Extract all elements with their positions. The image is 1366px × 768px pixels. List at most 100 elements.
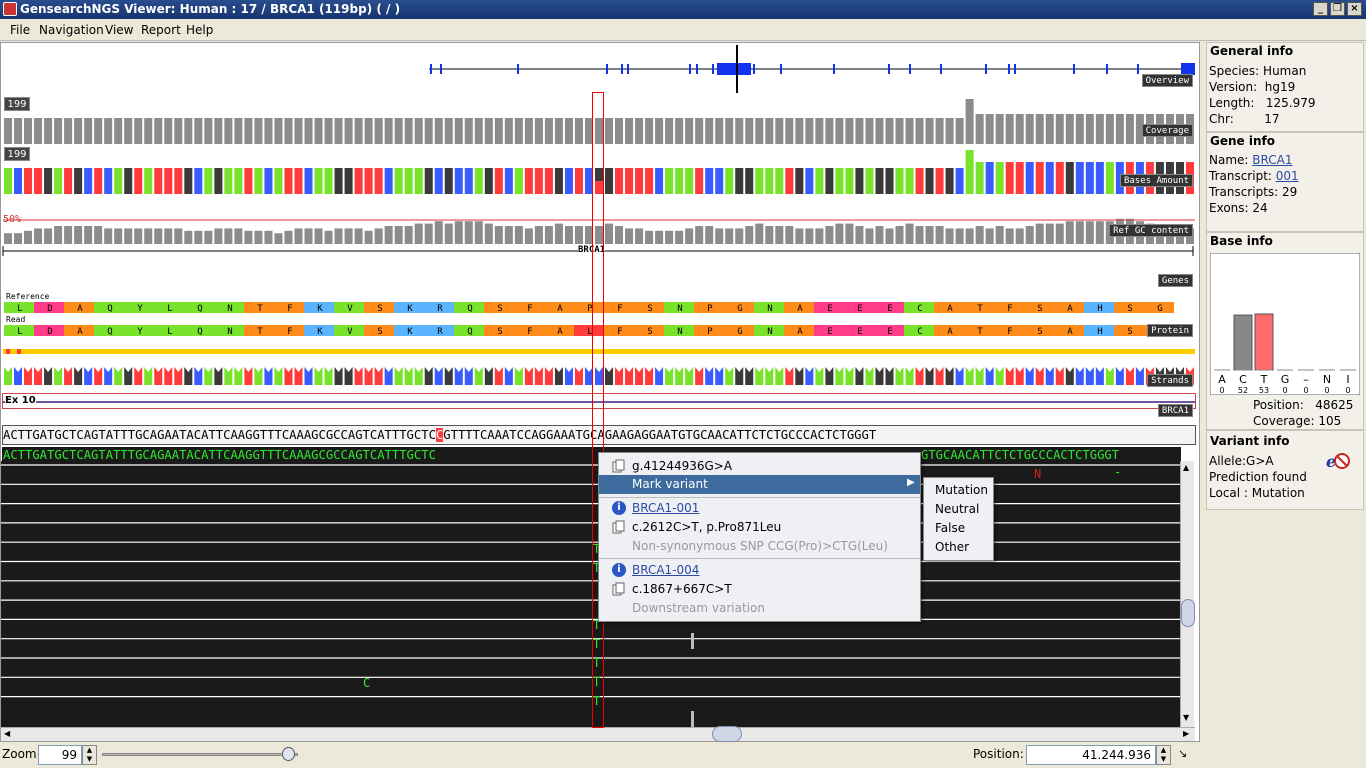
base-amount-bar <box>715 168 724 194</box>
horizontal-scroll-thumb[interactable] <box>712 726 742 742</box>
strand-glyph <box>194 367 203 385</box>
base-count-bar <box>1233 314 1253 371</box>
amino-acid-label: A <box>797 304 803 314</box>
amino-acid-label: F <box>617 304 622 314</box>
base-amount-bar <box>224 168 233 194</box>
strand-glyph <box>645 367 654 385</box>
restore-button[interactable]: ❐ <box>1330 2 1345 16</box>
menu-navigation[interactable]: Navigation <box>39 23 104 37</box>
gc-bar <box>554 223 563 244</box>
transcript-link-004[interactable]: BRCA1-004 <box>632 563 699 577</box>
submenu-neutral[interactable]: Neutral <box>935 502 979 516</box>
scroll-right-arrow-icon[interactable]: ▶ <box>1183 729 1189 738</box>
reads-panel[interactable]: TT TTTTT C N - <box>1 461 1180 727</box>
gc-bar <box>995 226 1004 244</box>
amino-acid-label: Y <box>137 327 143 337</box>
submenu-other[interactable]: Other <box>935 540 969 554</box>
transcript-link-001[interactable]: BRCA1-001 <box>632 501 699 515</box>
reads-vertical-scrollbar[interactable]: ▲ ▼ <box>1180 461 1195 727</box>
base-amount-bar <box>765 168 774 194</box>
scroll-left-arrow-icon[interactable]: ◀ <box>4 729 10 738</box>
amino-acid-label: G <box>737 327 742 337</box>
copy-icon <box>612 582 625 596</box>
chr-value: Chr: 17 <box>1209 112 1280 126</box>
vertical-scroll-thumb[interactable] <box>1181 599 1195 627</box>
gc-bar <box>484 223 493 244</box>
submenu-false[interactable]: False <box>935 521 965 535</box>
transcript-link[interactable]: 001 <box>1276 169 1299 183</box>
zoom-slider-track[interactable] <box>102 753 298 756</box>
base-amount-bar <box>134 168 143 194</box>
amino-acid-label: L <box>17 327 22 337</box>
amino-acid-label: F <box>1007 327 1012 337</box>
base-amount-bar <box>44 168 53 194</box>
base-amount-bar <box>54 168 63 194</box>
amino-acid-label: N <box>767 304 772 314</box>
menu-item-genomic[interactable]: g.41244936G>A <box>632 459 732 473</box>
strand-glyph <box>895 367 904 385</box>
minimize-button[interactable]: _ <box>1313 2 1328 16</box>
gc-bar <box>124 228 133 244</box>
base-amount-bar <box>985 162 994 194</box>
gc-bar <box>34 228 43 244</box>
gc-bar <box>765 226 774 244</box>
read-gap <box>691 633 694 649</box>
ensembl-logo-icon: e! <box>1326 452 1350 470</box>
base-amount-bar <box>354 168 363 194</box>
strand-glyph <box>434 367 443 385</box>
gene-name-link[interactable]: BRCA1 <box>1252 153 1292 167</box>
base-amount-bar <box>184 168 193 194</box>
base-amount-bar <box>925 168 934 194</box>
title-bar: GensearchNGS Viewer: Human : 17 / BRCA1 … <box>0 0 1366 19</box>
base-amount-bar <box>264 168 273 194</box>
zoom-stepper[interactable]: ▲ ▼ <box>82 745 97 765</box>
menu-file[interactable]: File <box>10 23 30 37</box>
base-amount-bar <box>885 168 894 194</box>
menu-separator <box>599 558 920 559</box>
menu-item-tx1-hgvs[interactable]: c.2612C>T, p.Pro871Leu <box>632 520 781 534</box>
amino-acid-label: Q <box>197 304 202 314</box>
zoom-input[interactable]: 99 <box>38 745 82 765</box>
strand-glyph <box>775 367 784 385</box>
gc-bar <box>234 228 243 244</box>
scroll-up-arrow-icon[interactable]: ▲ <box>1183 463 1189 472</box>
amino-acid-label: L <box>17 304 22 314</box>
strand-glyph <box>965 367 974 385</box>
coverage-bar <box>1095 114 1104 144</box>
zoom-slider-thumb[interactable] <box>282 747 296 761</box>
amino-acid-label: Q <box>107 304 112 314</box>
gc-bar <box>1085 221 1094 244</box>
submenu-arrow-icon: ▶ <box>907 477 915 488</box>
resize-grip-icon: ↘ <box>1178 747 1188 760</box>
base-amount-bar <box>474 168 483 194</box>
submenu-mutation[interactable]: Mutation <box>935 483 988 497</box>
strand-glyph <box>1035 367 1044 385</box>
gc-bar <box>404 226 413 244</box>
strand-glyph <box>705 367 714 385</box>
menu-help[interactable]: Help <box>186 23 213 37</box>
menu-view[interactable]: View <box>105 23 133 37</box>
coverage-bar <box>1075 114 1084 144</box>
base-amount-bar <box>344 168 353 194</box>
horizontal-scrollbar[interactable]: ◀ ▶ <box>1 726 1195 742</box>
overview-track[interactable] <box>1 43 1199 95</box>
coverage-bar <box>1005 114 1014 144</box>
overview-label: Overview <box>1141 74 1193 87</box>
base-amount-bar <box>204 168 213 194</box>
scroll-down-arrow-icon[interactable]: ▼ <box>1183 713 1189 722</box>
position-input[interactable]: 41.244.936 <box>1026 745 1156 765</box>
menu-item-mark-variant[interactable]: Mark variant ▶ <box>599 475 920 494</box>
base-amount-bar <box>234 168 243 194</box>
strand-glyph <box>444 367 453 385</box>
menu-report[interactable]: Report <box>141 23 181 37</box>
menu-separator <box>599 497 920 498</box>
strand-glyph <box>975 367 984 385</box>
gene-name-row: Name: BRCA1 <box>1209 153 1293 167</box>
position-stepper[interactable]: ▲ ▼ <box>1156 745 1171 765</box>
gc-bar <box>705 226 714 244</box>
base-amount-bar <box>34 168 43 194</box>
menu-item-tx2-hgvs[interactable]: c.1867+667C>T <box>632 582 732 596</box>
coverage-bar <box>985 114 994 144</box>
close-button[interactable]: × <box>1347 2 1362 16</box>
amino-acid-label: Q <box>197 327 202 337</box>
